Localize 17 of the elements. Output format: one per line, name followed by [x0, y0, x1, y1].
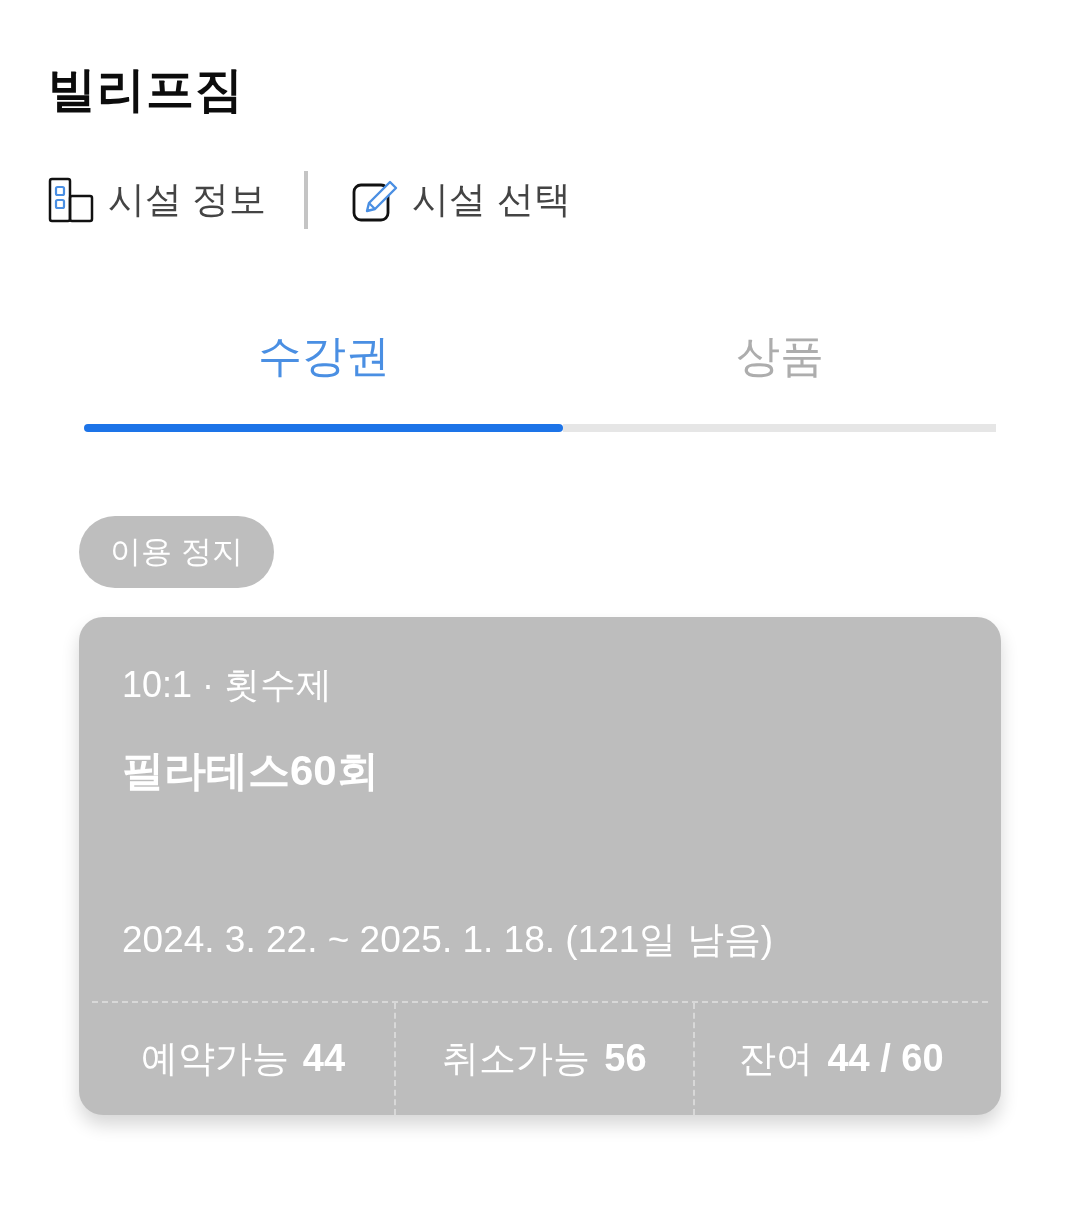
stat-value: 56	[604, 1037, 647, 1081]
tab[interactable]: 상품	[563, 325, 996, 432]
pass-meta: 10:1 · 횟수제	[122, 662, 334, 707]
stat-label: 잔여	[739, 1036, 814, 1081]
tab[interactable]: 수강권	[84, 325, 563, 432]
stat-value: 44	[302, 1037, 346, 1081]
stat-label: 예약가능	[140, 1036, 289, 1081]
status-badge: 이용 정지	[79, 515, 274, 588]
facility-link[interactable]: 시설 선택	[352, 174, 571, 225]
pass-name: 필라테스60회	[122, 745, 380, 796]
facility-link[interactable]: 시설 정보	[48, 174, 267, 225]
stat-label: 취소가능	[442, 1036, 591, 1081]
stat-value: 44 / 60	[827, 1037, 944, 1081]
building-icon	[48, 176, 94, 223]
pass-period: 2024. 3. 22. ~ 2025. 1. 18. (121일 남음)	[122, 917, 774, 962]
facility-title: 빌리프짐	[48, 62, 245, 118]
pass-card[interactable]: 10:1 · 횟수제 필라테스60회 2024. 3. 22. ~ 2025. 1. 18. (121일 남음) 예약가능 44 취소가능 56 잔여 44 / 60	[79, 616, 1001, 1115]
